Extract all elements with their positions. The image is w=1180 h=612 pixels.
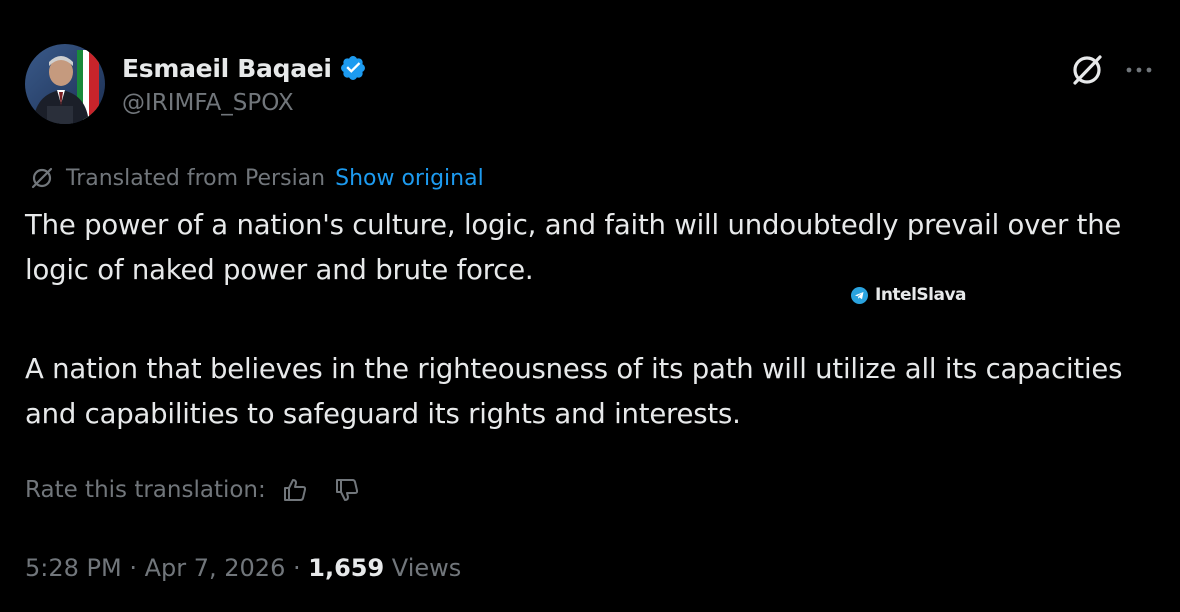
author-block: Esmaeil Baqaei @IRIMFA_SPOX xyxy=(122,50,367,116)
avatar-image xyxy=(25,44,105,124)
separator: · xyxy=(285,554,309,582)
thumbs-up-icon[interactable] xyxy=(280,475,310,505)
rate-label: Rate this translation: xyxy=(25,477,266,503)
more-icon[interactable] xyxy=(1119,50,1159,90)
views-count: 1,659 xyxy=(308,554,385,582)
watermark-text: IntelSlava xyxy=(875,285,967,305)
grok-icon[interactable] xyxy=(1067,50,1107,90)
translated-label: Translated from Persian xyxy=(66,165,326,191)
rate-translation: Rate this translation: xyxy=(25,472,362,508)
author-handle[interactable]: @IRIMFA_SPOX xyxy=(122,90,367,116)
tweet-meta: 5:28 PM · Apr 7, 2026 · 1,659 Views xyxy=(25,548,461,588)
thumbs-down-icon[interactable] xyxy=(332,475,362,505)
timestamp-time[interactable]: 5:28 PM xyxy=(25,554,122,582)
avatar[interactable] xyxy=(25,44,105,124)
grok-icon xyxy=(29,165,55,191)
tweet-header: Esmaeil Baqaei @IRIMFA_SPOX xyxy=(25,44,1155,124)
telegram-icon xyxy=(851,286,868,304)
separator: · xyxy=(121,554,145,582)
tweet-paragraph: A nation that believes in the righteousn… xyxy=(25,353,1123,430)
tweet-paragraph: The power of a nation's culture, logic, … xyxy=(25,209,1122,286)
watermark: IntelSlava xyxy=(851,283,967,307)
author-name[interactable]: Esmaeil Baqaei xyxy=(122,54,332,83)
timestamp-date[interactable]: Apr 7, 2026 xyxy=(145,554,286,582)
show-original-link[interactable]: Show original xyxy=(335,166,484,191)
verified-badge-icon[interactable] xyxy=(339,54,367,82)
name-row: Esmaeil Baqaei xyxy=(122,50,367,86)
translation-notice: Translated from Persian Show original xyxy=(29,162,484,194)
views-label: Views xyxy=(384,554,462,582)
